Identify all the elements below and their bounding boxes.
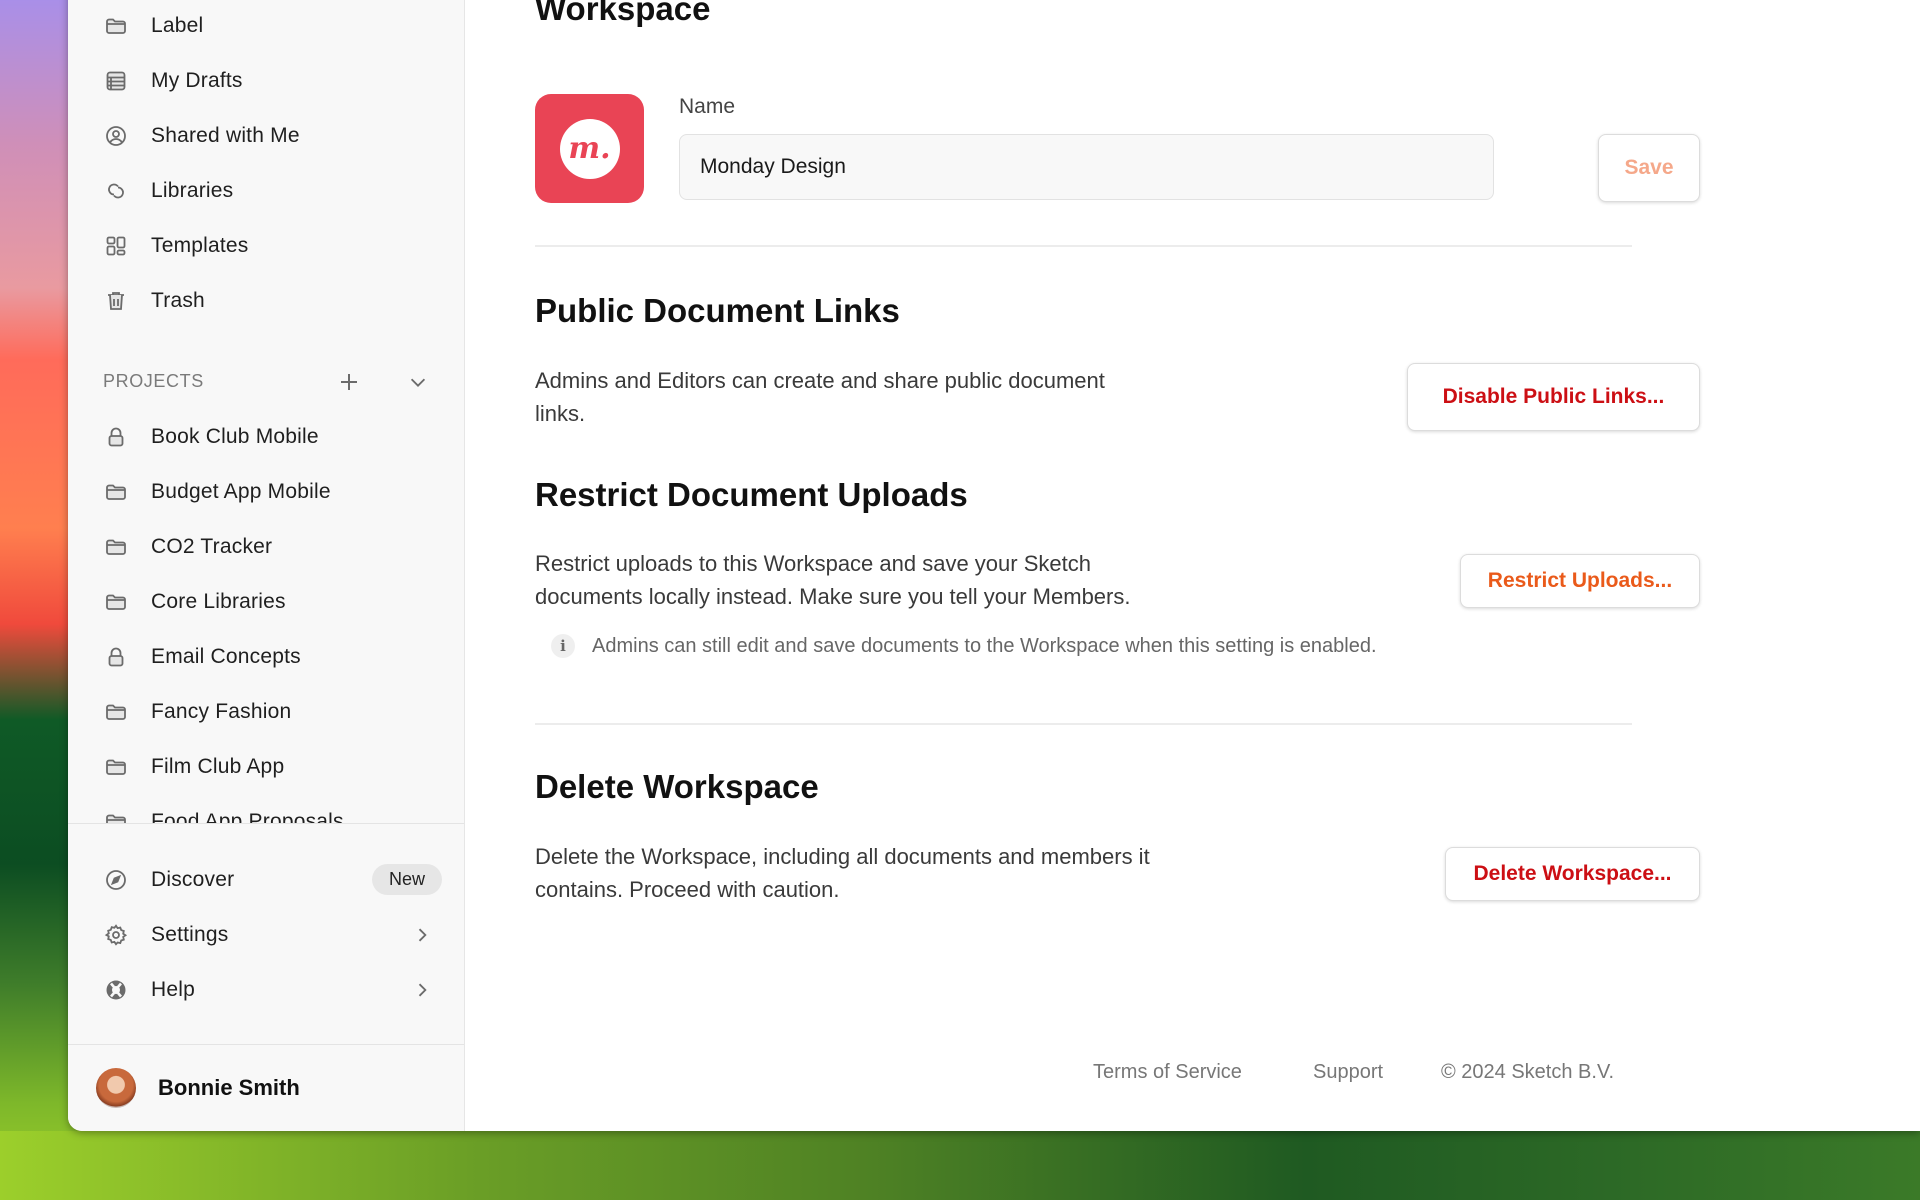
public-links-description-line: links. bbox=[535, 401, 586, 426]
new-badge: New bbox=[372, 864, 442, 895]
app-window: Label My Drafts Shared with Me Libraries… bbox=[68, 0, 1920, 1131]
restrict-uploads-description: Restrict uploads to this Workspace and s… bbox=[535, 547, 1275, 613]
sidebar-divider bbox=[68, 823, 464, 824]
delete-workspace-description: Delete the Workspace, including all docu… bbox=[535, 840, 1275, 906]
libraries-link-icon bbox=[104, 179, 128, 203]
workspace-logo[interactable]: m. bbox=[535, 94, 644, 203]
project-label: CO2 Tracker bbox=[151, 535, 273, 558]
sidebar-item-label-text: My Drafts bbox=[151, 69, 243, 92]
section-divider bbox=[535, 245, 1632, 247]
sidebar-divider bbox=[68, 1044, 464, 1045]
delete-workspace-heading: Delete Workspace bbox=[535, 768, 819, 805]
workspace-name-input[interactable] bbox=[679, 134, 1494, 200]
lock-icon bbox=[104, 645, 128, 669]
user-circle-icon bbox=[104, 124, 128, 148]
desktop-wallpaper bbox=[0, 1131, 1920, 1200]
copyright-text: © 2024 Sketch B.V. bbox=[1441, 1061, 1614, 1083]
folder-icon bbox=[104, 590, 128, 614]
sidebar-item-label-text: Help bbox=[151, 978, 195, 1001]
chevron-down-icon bbox=[410, 378, 426, 387]
project-label: Core Libraries bbox=[151, 590, 286, 613]
add-project-button[interactable] bbox=[335, 368, 363, 396]
projects-header: PROJECTS bbox=[103, 371, 204, 391]
workspace-logo-mark: m. bbox=[559, 118, 620, 179]
restrict-uploads-heading: Restrict Document Uploads bbox=[535, 476, 968, 513]
delete-workspace-description-line: Delete the Workspace, including all docu… bbox=[535, 844, 1150, 869]
project-label: Fancy Fashion bbox=[151, 700, 292, 723]
project-item[interactable]: Core Libraries bbox=[68, 580, 464, 624]
project-item[interactable]: Food App Proposals bbox=[68, 800, 464, 823]
project-label: Email Concepts bbox=[151, 645, 301, 668]
chevron-right-icon bbox=[418, 928, 427, 942]
public-links-description: Admins and Editors can create and share … bbox=[535, 364, 1275, 430]
chevron-right-icon bbox=[418, 983, 427, 997]
folder-icon bbox=[104, 535, 128, 559]
sidebar: Label My Drafts Shared with Me Libraries… bbox=[68, 0, 465, 1131]
info-icon: i bbox=[551, 634, 575, 658]
restrict-uploads-button[interactable]: Restrict Uploads... bbox=[1460, 554, 1700, 608]
folder-icon bbox=[104, 700, 128, 724]
sidebar-item-label-text: Settings bbox=[151, 923, 229, 946]
project-label: Budget App Mobile bbox=[151, 480, 331, 503]
save-button[interactable]: Save bbox=[1598, 134, 1700, 202]
drafts-icon bbox=[104, 69, 128, 93]
trash-icon bbox=[104, 289, 128, 313]
sidebar-item-shared-with-me[interactable]: Shared with Me bbox=[68, 114, 464, 158]
delete-workspace-button[interactable]: Delete Workspace... bbox=[1445, 847, 1700, 901]
project-label: Film Club App bbox=[151, 755, 285, 778]
sidebar-item-label-text: Libraries bbox=[151, 179, 234, 202]
lock-icon bbox=[104, 425, 128, 449]
support-link[interactable]: Support bbox=[1313, 1061, 1383, 1084]
templates-grid-icon bbox=[104, 234, 128, 258]
sidebar-item-label-text: Templates bbox=[151, 234, 249, 257]
plus-icon bbox=[341, 374, 357, 390]
sidebar-item-settings[interactable]: Settings bbox=[68, 913, 464, 957]
sidebar-item-libraries[interactable]: Libraries bbox=[68, 169, 464, 213]
sidebar-item-templates[interactable]: Templates bbox=[68, 224, 464, 268]
terms-of-service-link[interactable]: Terms of Service bbox=[1093, 1061, 1242, 1084]
folder-icon bbox=[104, 14, 128, 38]
folder-icon bbox=[104, 810, 128, 823]
public-links-description-line: Admins and Editors can create and share … bbox=[535, 368, 1105, 393]
sidebar-scroll-area[interactable]: Label My Drafts Shared with Me Libraries… bbox=[68, 0, 464, 823]
section-divider bbox=[535, 723, 1632, 725]
sidebar-item-discover[interactable]: Discover New bbox=[68, 858, 464, 902]
restrict-uploads-description-line: documents locally instead. Make sure you… bbox=[535, 584, 1131, 609]
page-title: Workspace bbox=[535, 0, 711, 27]
project-item[interactable]: Film Club App bbox=[68, 745, 464, 789]
main-content: Workspace m. Name Save Public Document L… bbox=[465, 0, 1920, 1131]
folder-icon bbox=[104, 480, 128, 504]
sidebar-item-trash[interactable]: Trash bbox=[68, 279, 464, 323]
restrict-uploads-info: i Admins can still edit and save documen… bbox=[551, 634, 1377, 658]
public-links-heading: Public Document Links bbox=[535, 292, 900, 329]
project-item[interactable]: Budget App Mobile bbox=[68, 470, 464, 514]
lifebuoy-icon bbox=[104, 978, 128, 1002]
sidebar-item-help[interactable]: Help bbox=[68, 968, 464, 1012]
sidebar-item-label[interactable]: Label bbox=[68, 4, 464, 48]
avatar bbox=[96, 1068, 136, 1108]
user-name: Bonnie Smith bbox=[158, 1075, 300, 1100]
project-item[interactable]: Email Concepts bbox=[68, 635, 464, 679]
project-label: Food App Proposals bbox=[151, 810, 344, 823]
compass-icon bbox=[104, 868, 128, 892]
sidebar-item-label-text: Discover bbox=[151, 868, 235, 891]
sidebar-item-my-drafts[interactable]: My Drafts bbox=[68, 59, 464, 103]
project-item[interactable]: Book Club Mobile bbox=[68, 415, 464, 459]
project-label: Book Club Mobile bbox=[151, 425, 319, 448]
restrict-uploads-description-line: Restrict uploads to this Workspace and s… bbox=[535, 551, 1091, 576]
disable-public-links-button[interactable]: Disable Public Links... bbox=[1407, 363, 1700, 431]
user-profile[interactable]: Bonnie Smith bbox=[68, 1065, 464, 1111]
info-text: Admins can still edit and save documents… bbox=[592, 634, 1377, 657]
name-label: Name bbox=[679, 95, 736, 118]
folder-icon bbox=[104, 755, 128, 779]
project-item[interactable]: Fancy Fashion bbox=[68, 690, 464, 734]
sidebar-item-label-text: Trash bbox=[151, 289, 205, 312]
gear-icon bbox=[104, 923, 128, 947]
project-item[interactable]: CO2 Tracker bbox=[68, 525, 464, 569]
sidebar-item-label-text: Label bbox=[151, 14, 204, 37]
sidebar-item-label-text: Shared with Me bbox=[151, 124, 300, 147]
delete-workspace-description-line: contains. Proceed with caution. bbox=[535, 877, 840, 902]
collapse-projects-button[interactable] bbox=[404, 368, 432, 396]
